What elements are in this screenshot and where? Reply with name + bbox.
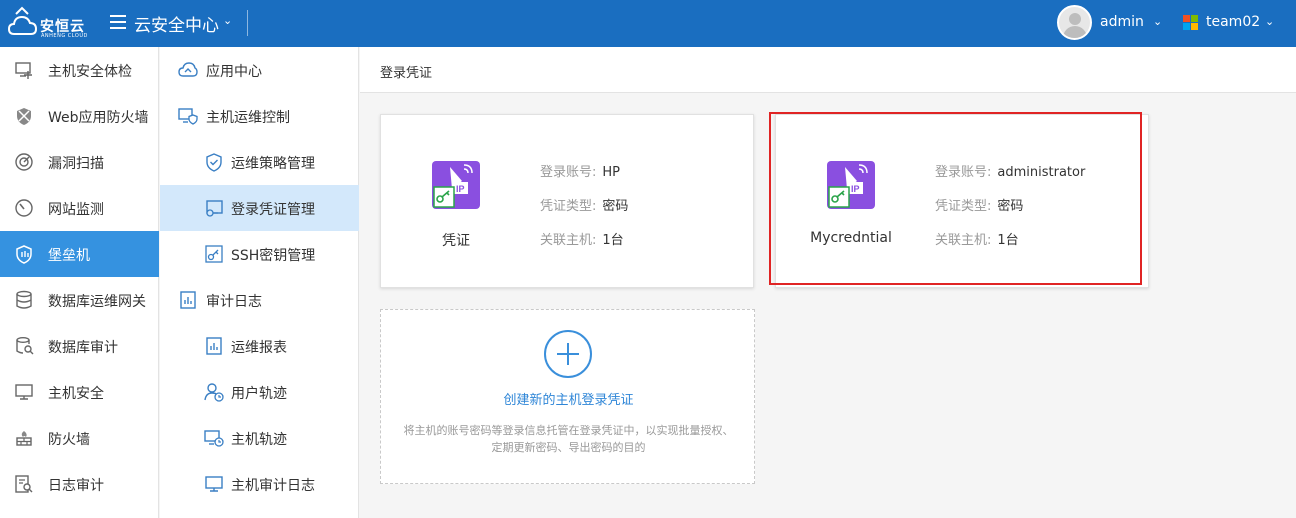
credential-hosts-row: 关联主机: 1台 xyxy=(540,229,624,248)
credential-account: HP xyxy=(602,165,621,180)
chevron-down-icon[interactable]: ⌄ xyxy=(1265,15,1274,28)
sidebar-item-host-check[interactable]: 主机安全体检 xyxy=(0,47,159,93)
sidebar-item-host-security[interactable]: 主机安全 xyxy=(0,369,159,415)
subnav-item-label: 审计日志 xyxy=(206,294,262,310)
sidebar-item-label: 主机安全 xyxy=(48,386,104,402)
create-credential-desc: 将主机的账号密码等登录信息托管在登录凭证中，以实现批量授权、定期更新密码、导出密… xyxy=(403,424,734,454)
sidebar-item-label: 日志审计 xyxy=(48,478,104,494)
sidebar-item-label: 数据库运维网关 xyxy=(48,294,146,310)
credential-card[interactable]: IP 凭证 登录账号: HP 凭证类型: 密码 关联主机: 1台 xyxy=(380,114,754,288)
page-header: 登录凭证 xyxy=(360,47,1296,93)
credential-type: 密码 xyxy=(602,199,629,214)
subnav-item-label: 用户轨迹 xyxy=(231,386,287,402)
chevron-down-icon[interactable]: ⌄ xyxy=(1153,15,1162,28)
subnav-item-host-audit-log[interactable]: 主机审计日志 xyxy=(160,461,359,507)
sidebar-item-site-monitor[interactable]: 网站监测 xyxy=(0,185,159,231)
sidebar-item-db-audit[interactable]: 数据库审计 xyxy=(0,323,159,369)
database-icon xyxy=(16,290,32,309)
secondary-nav: 应用中心 主机运维控制 运维策略管理 登录凭证管理 SSH密钥管理 审计日志 运… xyxy=(160,47,359,518)
menu-icon[interactable] xyxy=(110,15,126,29)
cloud-app-icon xyxy=(178,62,198,77)
shield-check-icon xyxy=(206,153,222,172)
database-search-icon xyxy=(16,337,34,355)
field-label: 凭证类型: xyxy=(540,199,597,214)
sidebar-item-firewall[interactable]: 防火墙 xyxy=(0,415,159,461)
host-clock-icon xyxy=(204,430,224,447)
waf-shield-icon xyxy=(17,108,31,125)
sidebar-item-label: 堡垒机 xyxy=(48,248,90,264)
firewall-icon xyxy=(16,431,32,446)
audit-chart-icon xyxy=(180,291,196,309)
logo-subtext: ANHENG CLOUD xyxy=(41,33,88,39)
credential-hosts: 1台 xyxy=(602,233,624,248)
subnav-item-label: 登录凭证管理 xyxy=(231,202,315,218)
subnav-item-ops-report[interactable]: 运维报表 xyxy=(160,323,359,369)
highlight-box xyxy=(769,112,1142,285)
anheng-cloud-logo[interactable]: 安恒云 ANHENG CLOUD xyxy=(8,6,88,42)
credential-card-icon: IP xyxy=(432,161,480,209)
field-label: 登录账号: xyxy=(540,165,597,180)
top-bar: 安恒云 ANHENG CLOUD 云安全中心 ⌄ admin ⌄ team02 … xyxy=(0,0,1296,47)
sidebar-item-waf[interactable]: Web应用防火墙 xyxy=(0,93,159,139)
subnav-item-label: SSH密钥管理 xyxy=(231,248,316,264)
create-credential-card[interactable]: 创建新的主机登录凭证 将主机的账号密码等登录信息托管在登录凭证中，以实现批量授权… xyxy=(380,309,755,484)
gauge-icon xyxy=(15,199,33,217)
subnav-item-label: 应用中心 xyxy=(206,64,262,80)
host-check-icon xyxy=(15,62,32,79)
host-shield-icon xyxy=(178,108,198,125)
sidebar-item-label: 防火墙 xyxy=(48,432,90,448)
chevron-down-icon[interactable]: ⌄ xyxy=(223,14,232,27)
monitor-icon xyxy=(15,384,33,400)
sidebar: 主机安全体检 Web应用防火墙 漏洞扫描 网站监测 堡垒机 数据库运维网关 数据… xyxy=(0,47,159,518)
team-name[interactable]: team02 xyxy=(1206,14,1260,30)
bastion-shield-icon xyxy=(16,245,32,264)
plus-circle-icon[interactable] xyxy=(544,330,592,378)
subnav-item-label: 主机运维控制 xyxy=(206,110,290,126)
subnav-item-user-trace[interactable]: 用户轨迹 xyxy=(160,369,359,415)
field-label: 关联主机: xyxy=(540,233,597,248)
scan-icon xyxy=(15,153,33,171)
avatar[interactable] xyxy=(1057,5,1092,40)
cloud-logo-icon xyxy=(8,6,38,35)
sidebar-item-log-audit[interactable]: 日志审计 xyxy=(0,461,159,507)
sidebar-item-bastion[interactable]: 堡垒机 xyxy=(0,231,159,277)
subnav-item-label: 主机审计日志 xyxy=(231,478,315,494)
credential-type-row: 凭证类型: 密码 xyxy=(540,195,628,214)
subnav-item-host-trace[interactable]: 主机轨迹 xyxy=(160,415,359,461)
subnav-item-label: 主机轨迹 xyxy=(231,432,287,448)
svg-text:IP: IP xyxy=(456,184,465,194)
subnav-item-ops-policy[interactable]: 运维策略管理 xyxy=(160,139,359,185)
subnav-item-credentials[interactable]: 登录凭证管理 xyxy=(160,185,359,231)
user-clock-icon xyxy=(204,383,224,402)
subnav-item-label: 运维策略管理 xyxy=(231,156,315,172)
sidebar-item-db-gateway[interactable]: 数据库运维网关 xyxy=(0,277,159,323)
subnav-item-host-ops[interactable]: 主机运维控制 xyxy=(160,93,359,139)
log-search-icon xyxy=(15,475,33,493)
credential-icon xyxy=(206,200,223,217)
app-title[interactable]: 云安全中心 xyxy=(134,11,219,36)
credential-name: 凭证 xyxy=(442,233,470,249)
credential-account-row: 登录账号: HP xyxy=(540,161,620,180)
team-grid-icon xyxy=(1183,15,1198,30)
key-icon xyxy=(205,245,223,263)
user-name[interactable]: admin xyxy=(1100,14,1144,30)
report-icon xyxy=(206,337,222,355)
subnav-item-ssh-keys[interactable]: SSH密钥管理 xyxy=(160,231,359,277)
subnav-item-audit-log[interactable]: 审计日志 xyxy=(160,277,359,323)
subnav-item-label: 运维报表 xyxy=(231,340,287,356)
sidebar-item-label: 漏洞扫描 xyxy=(48,156,104,172)
sidebar-item-label: Web应用防火墙 xyxy=(48,110,149,126)
subnav-item-app-center[interactable]: 应用中心 xyxy=(160,47,359,93)
page-title: 登录凭证 xyxy=(380,66,433,81)
monitor-log-icon xyxy=(205,476,223,492)
create-credential-title[interactable]: 创建新的主机登录凭证 xyxy=(381,389,756,408)
sidebar-item-vuln-scan[interactable]: 漏洞扫描 xyxy=(0,139,159,185)
sidebar-item-label: 网站监测 xyxy=(48,202,104,218)
divider xyxy=(247,10,248,36)
sidebar-item-label: 数据库审计 xyxy=(48,340,118,356)
sidebar-item-label: 主机安全体检 xyxy=(48,64,132,80)
